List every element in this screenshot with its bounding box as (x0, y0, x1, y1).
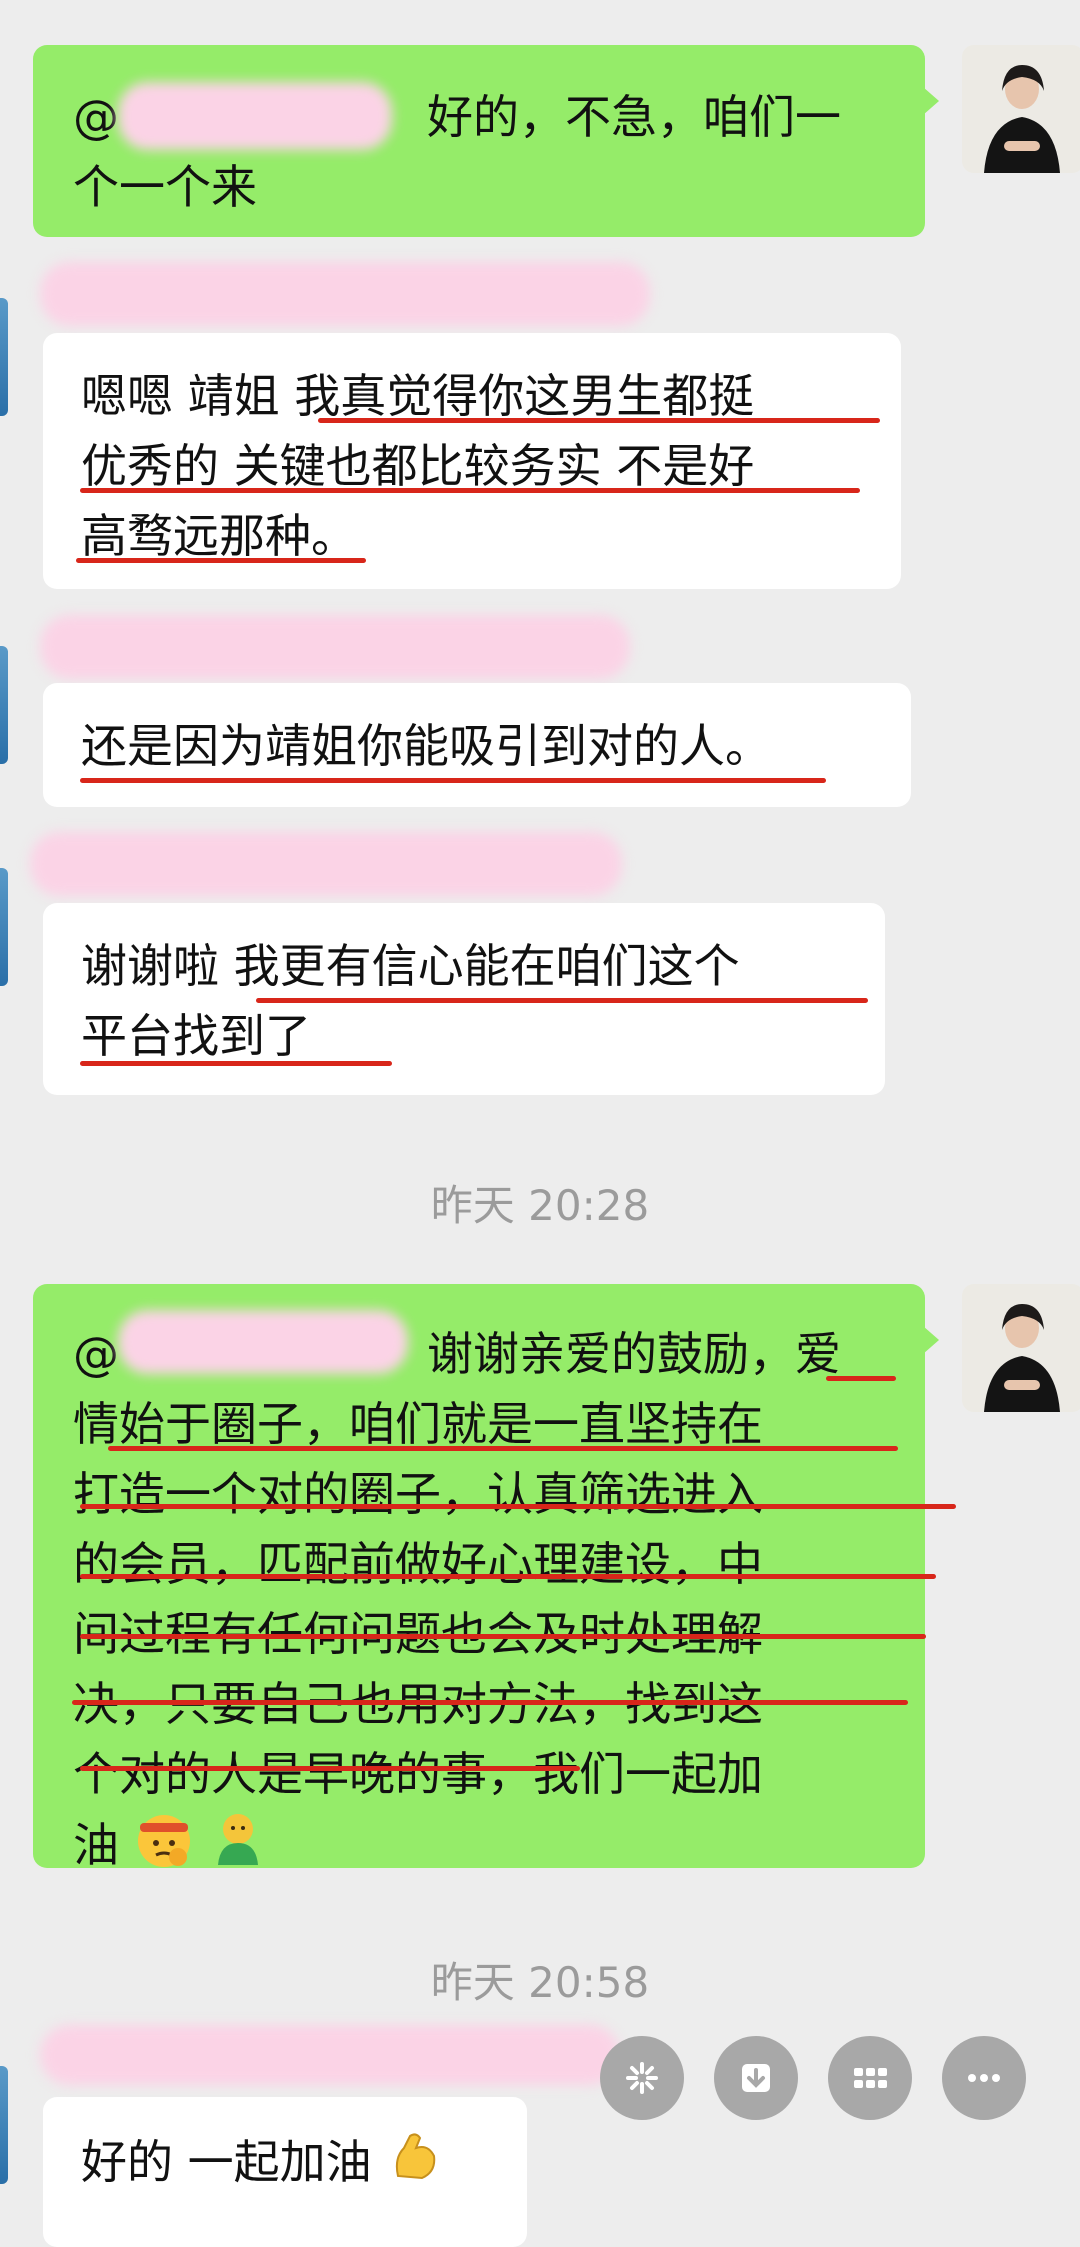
sparkle-icon (626, 2062, 658, 2094)
message-text: 好的 一起加油 (81, 2135, 372, 2189)
red-underline (80, 488, 860, 493)
message-text: 好的，不急，咱们一 (427, 90, 841, 144)
red-underline (108, 1446, 898, 1451)
determined-face-headband-emoji (134, 1809, 194, 1888)
contact-avatar[interactable] (0, 2066, 8, 2184)
red-underline (826, 1376, 896, 1381)
redacted-name (118, 82, 392, 150)
flexed-biceps-emoji (386, 2128, 442, 2203)
redacted-sender-name (30, 832, 622, 896)
contact-message-bubble[interactable]: 还是因为靖姐你能吸引到对的人。 (43, 683, 911, 807)
redacted-sender-name (40, 2025, 620, 2085)
grid-icon (854, 2068, 887, 2088)
message-line: 个对的人是早晚的事，我们一起加 (73, 1747, 763, 1801)
avatar-photo (962, 45, 1080, 173)
red-underline (80, 1634, 926, 1639)
message-line: 油 (73, 1809, 925, 1888)
sparkle-button[interactable] (600, 2036, 684, 2120)
red-underline (76, 558, 366, 563)
more-icon (968, 2074, 1000, 2082)
message-line: 好的 一起加油 (81, 2127, 527, 2203)
contact-message-bubble[interactable]: 好的 一起加油 (43, 2097, 527, 2247)
download-button[interactable] (714, 2036, 798, 2120)
grid-button[interactable] (828, 2036, 912, 2120)
message-line: 的会员，匹配前做好心理建设，中 (73, 1537, 763, 1591)
message-line: 谢谢啦 我更有信心能在咱们这个 (81, 939, 740, 993)
red-underline (72, 1700, 908, 1705)
message-line: 个一个来 (73, 160, 257, 214)
contact-message-bubble[interactable]: 嗯嗯 靖姐 我真觉得你这男生都挺 优秀的 关键也都比较务实 不是好 高骛远那种。 (43, 333, 901, 589)
redacted-sender-name (40, 262, 650, 326)
own-avatar[interactable] (962, 45, 1080, 173)
own-avatar[interactable] (962, 1284, 1080, 1412)
download-icon (742, 2064, 770, 2092)
timestamp: 昨天 20:28 (430, 1181, 650, 1230)
redacted-name (118, 1310, 408, 1374)
contact-avatar[interactable] (0, 868, 8, 986)
red-underline (80, 778, 826, 783)
contact-avatar[interactable] (0, 298, 8, 416)
green-figure-emoji (208, 1809, 268, 1888)
message-text: 谢谢亲爱的鼓励，爱 (427, 1327, 841, 1381)
avatar-photo (962, 1284, 1080, 1412)
timestamp: 昨天 20:58 (430, 1958, 650, 2007)
red-underline (256, 998, 868, 1003)
red-underline (318, 418, 880, 423)
red-underline (80, 1061, 392, 1066)
message-line: 还是因为靖姐你能吸引到对的人。 (81, 719, 771, 773)
redacted-sender-name (40, 615, 630, 679)
more-button[interactable] (942, 2036, 1026, 2120)
mention-at: @ (73, 1327, 119, 1381)
red-underline (80, 1766, 580, 1771)
message-text: 油 (73, 1818, 119, 1872)
contact-avatar[interactable] (0, 646, 8, 764)
mention-at: @ (73, 90, 119, 144)
red-underline (80, 1504, 956, 1509)
message-line: 打造一个对的圈子，认真筛选进入 (73, 1467, 763, 1521)
red-underline (80, 1574, 936, 1579)
